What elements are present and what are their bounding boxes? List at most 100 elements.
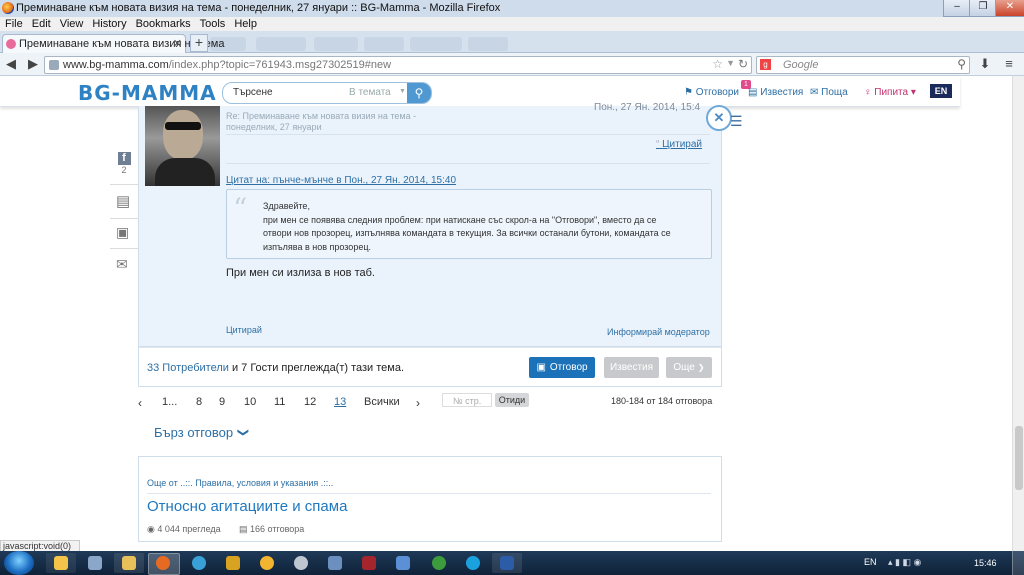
more-from-header[interactable]: Още от ..::. Правила, условия и указания…: [147, 478, 333, 488]
page-link[interactable]: 10: [244, 396, 256, 408]
browser-search-box[interactable]: g Google ⚲: [756, 56, 970, 74]
chevron-down-icon: ❯: [237, 427, 250, 438]
comment-icon[interactable]: ▣: [116, 224, 129, 241]
page-link[interactable]: 12: [304, 396, 316, 408]
post-subject: Re: Преминаване към новата визия на тема…: [226, 111, 417, 121]
page-link[interactable]: 9: [219, 396, 225, 408]
menu-file[interactable]: File: [5, 18, 23, 30]
background-tab[interactable]: [410, 37, 462, 51]
report-moderator-link[interactable]: Информирай модератор: [607, 327, 710, 337]
prev-page-icon[interactable]: ‹: [138, 396, 142, 410]
show-desktop-button[interactable]: [1012, 551, 1024, 575]
scrollbar[interactable]: [1012, 76, 1024, 551]
folder-icon: [122, 556, 136, 570]
quote-link[interactable]: “ Цитирай: [656, 139, 702, 150]
skype-icon[interactable]: [466, 556, 480, 570]
google-icon[interactable]: g: [760, 59, 771, 70]
divider: [110, 248, 138, 249]
site-search-input[interactable]: Търсене В темата ▼ ⚲: [222, 82, 432, 104]
language-button[interactable]: EN: [930, 84, 952, 98]
more-button[interactable]: Още ❯: [666, 357, 712, 378]
envelope-icon[interactable]: ✉: [116, 256, 128, 273]
divider: [226, 134, 710, 135]
close-overlay-button[interactable]: ✕: [706, 105, 732, 131]
new-tab-button[interactable]: +: [190, 34, 208, 52]
quick-reply-toggle[interactable]: Бърз отговор ❯: [154, 425, 250, 440]
url-dropdown-icon[interactable]: ▼: [726, 58, 735, 68]
taskbar-app-icon[interactable]: [328, 556, 342, 570]
reply-button[interactable]: ▣ Отговор: [529, 357, 595, 378]
notifications-button[interactable]: Известия: [604, 357, 659, 378]
search-icon[interactable]: ⚲: [957, 57, 966, 71]
user-menu[interactable]: ♀ Пипита ▾: [864, 87, 916, 98]
menu-history[interactable]: History: [92, 18, 126, 30]
go-button[interactable]: Отиди: [495, 393, 529, 407]
taskbar-app-icon[interactable]: [260, 556, 274, 570]
bookmark-star-icon[interactable]: ☆: [712, 57, 723, 71]
firefox-menu-icon[interactable]: ≡: [1000, 56, 1018, 72]
close-window-button[interactable]: ✕: [995, 0, 1024, 17]
page-link[interactable]: 11: [274, 396, 285, 408]
site-logo[interactable]: BG-MAMMA: [78, 81, 217, 105]
clock[interactable]: 15:46: [974, 558, 997, 568]
tab-close-icon[interactable]: ✕: [173, 37, 182, 50]
site-identity-icon[interactable]: [49, 60, 59, 70]
tab-active[interactable]: Преминаване към новата визия на тема ✕: [2, 34, 224, 54]
forward-icon[interactable]: ▶: [24, 56, 42, 72]
tray-icons[interactable]: ▴ ▮ ◧ ◉: [888, 557, 921, 568]
utorrent-icon[interactable]: [432, 556, 446, 570]
media-player-icon[interactable]: [226, 556, 240, 570]
topic-footer: 33 Потребители и 7 Гости преглежда(т) та…: [138, 347, 722, 387]
mail-link[interactable]: ✉ Поща: [810, 87, 848, 98]
scrollbar-thumb[interactable]: [1015, 426, 1023, 490]
taskbar-app-icon[interactable]: [362, 556, 376, 570]
page-link[interactable]: 1...: [162, 396, 177, 408]
background-tab[interactable]: [314, 37, 358, 51]
url-bar[interactable]: www.bg-mamma.com/index.php?topic=761943.…: [44, 56, 752, 74]
replies-summary: 180-184 от 184 отговора: [611, 396, 713, 406]
url-domain: www.bg-mamma.com: [63, 59, 169, 71]
background-tab[interactable]: [256, 37, 306, 51]
all-pages-link[interactable]: Всички: [364, 396, 400, 408]
current-page[interactable]: 13: [334, 396, 346, 408]
menu-bookmarks[interactable]: Bookmarks: [136, 18, 191, 30]
menu-edit[interactable]: Edit: [32, 18, 51, 30]
site-search-button[interactable]: ⚲: [407, 83, 431, 103]
menu-tools[interactable]: Tools: [200, 18, 226, 30]
next-page-icon[interactable]: ›: [416, 396, 420, 410]
page-link[interactable]: 8: [196, 396, 202, 408]
divider: [110, 218, 138, 219]
menu-view[interactable]: View: [60, 18, 84, 30]
quote-header-link[interactable]: Цитат на: пънче-мънче в Пон., 27 Ян. 201…: [226, 175, 456, 186]
minimize-button[interactable]: –: [943, 0, 971, 17]
mail-icon: ✉: [810, 87, 819, 98]
add-note-icon[interactable]: ▤: [116, 192, 130, 210]
download-icon[interactable]: ⬇: [976, 56, 994, 72]
search-scope-select[interactable]: В темата: [349, 87, 391, 98]
share-sidebar: f 2 ▤ ▣ ✉: [110, 148, 138, 288]
related-topic-title[interactable]: Относно агитациите и спама: [147, 498, 347, 515]
background-tab[interactable]: [468, 37, 508, 51]
taskbar-app-icon[interactable]: [192, 556, 206, 570]
replies-link[interactable]: ⚑ Отговори: [684, 87, 739, 98]
back-icon[interactable]: ◀: [2, 56, 20, 72]
list-menu-icon[interactable]: ☰: [730, 113, 743, 130]
taskbar-app-icon[interactable]: [88, 556, 102, 570]
url-path: /index.php?topic=761943.msg27302519#new: [168, 59, 392, 71]
avatar[interactable]: [145, 106, 220, 186]
chevron-down-icon: ▼: [399, 88, 406, 95]
bottom-quote-link[interactable]: Цитирай: [226, 325, 262, 335]
language-indicator[interactable]: EN: [864, 557, 877, 567]
users-online-link[interactable]: 33 Потребители: [147, 362, 229, 374]
notifications-link[interactable]: ▤ Известия: [748, 87, 803, 98]
page-number-input[interactable]: № стр.: [442, 393, 492, 407]
start-button[interactable]: [4, 551, 34, 575]
window-titlebar: Преминаване към новата визия на тема - п…: [0, 0, 1024, 18]
taskbar-app-icon[interactable]: [396, 556, 410, 570]
background-tab[interactable]: [364, 37, 404, 51]
maximize-button[interactable]: ❐: [969, 0, 997, 17]
reload-icon[interactable]: ↻: [738, 57, 748, 71]
menu-help[interactable]: Help: [234, 18, 257, 30]
taskbar-app-icon[interactable]: [294, 556, 308, 570]
facebook-share[interactable]: f 2: [110, 148, 138, 184]
